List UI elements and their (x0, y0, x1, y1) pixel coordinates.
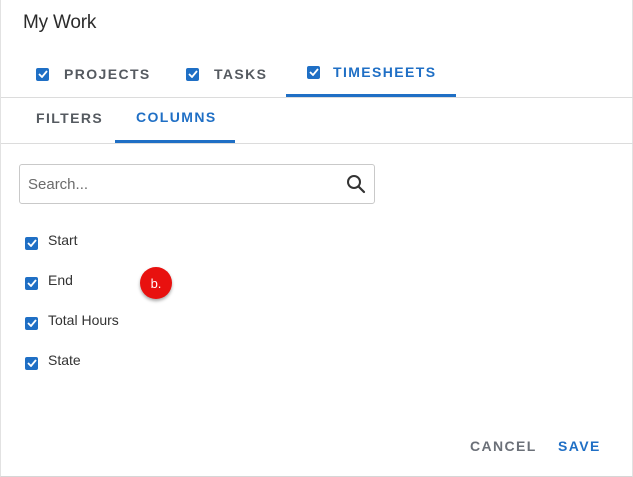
tab-tasks-label: TASKS (214, 66, 268, 82)
search-input[interactable] (28, 165, 328, 203)
column-item-start[interactable]: Start (25, 232, 78, 252)
timesheets-checkbox[interactable] (307, 65, 320, 79)
check-icon (187, 70, 198, 78)
save-button[interactable]: SAVE (558, 438, 601, 454)
column-state-label: State (48, 352, 81, 368)
annotation-marker: b. (140, 267, 172, 299)
column-item-end[interactable]: End (25, 272, 73, 292)
subtab-columns[interactable]: COLUMNS (136, 109, 217, 129)
column-end-label: End (48, 272, 73, 288)
check-icon (26, 239, 37, 247)
column-start-checkbox[interactable] (25, 236, 38, 250)
subtab-filters[interactable]: FILTERS (36, 110, 103, 130)
column-start-label: Start (48, 232, 78, 248)
tab-projects[interactable]: PROJECTS (36, 52, 151, 96)
dialog-title: My Work (23, 12, 97, 33)
cancel-button[interactable]: CANCEL (470, 438, 537, 454)
tasks-checkbox[interactable] (186, 67, 199, 81)
projects-checkbox[interactable] (36, 67, 49, 81)
column-state-checkbox[interactable] (25, 356, 38, 370)
column-item-total-hours[interactable]: Total Hours (25, 312, 119, 332)
subtabs-divider (1, 143, 633, 144)
column-total-hours-checkbox[interactable] (25, 316, 38, 330)
search-box (19, 164, 375, 204)
column-end-checkbox[interactable] (25, 276, 38, 290)
tab-projects-label: PROJECTS (64, 66, 151, 82)
column-item-state[interactable]: State (25, 352, 81, 372)
search-icon[interactable] (346, 174, 366, 194)
my-work-dialog: My Work PROJECTS TASKS TIMESHEETS FILTER… (0, 0, 633, 477)
check-icon (26, 359, 37, 367)
tabs-divider (1, 97, 633, 98)
tab-tasks[interactable]: TASKS (186, 52, 267, 96)
check-icon (308, 68, 319, 76)
check-icon (26, 279, 37, 287)
tab-timesheets-label: TIMESHEETS (333, 64, 437, 80)
tab-timesheets[interactable]: TIMESHEETS (307, 50, 436, 94)
column-total-hours-label: Total Hours (48, 312, 119, 328)
top-tabs: PROJECTS TASKS TIMESHEETS (1, 52, 633, 98)
check-icon (37, 70, 48, 78)
check-icon (26, 319, 37, 327)
